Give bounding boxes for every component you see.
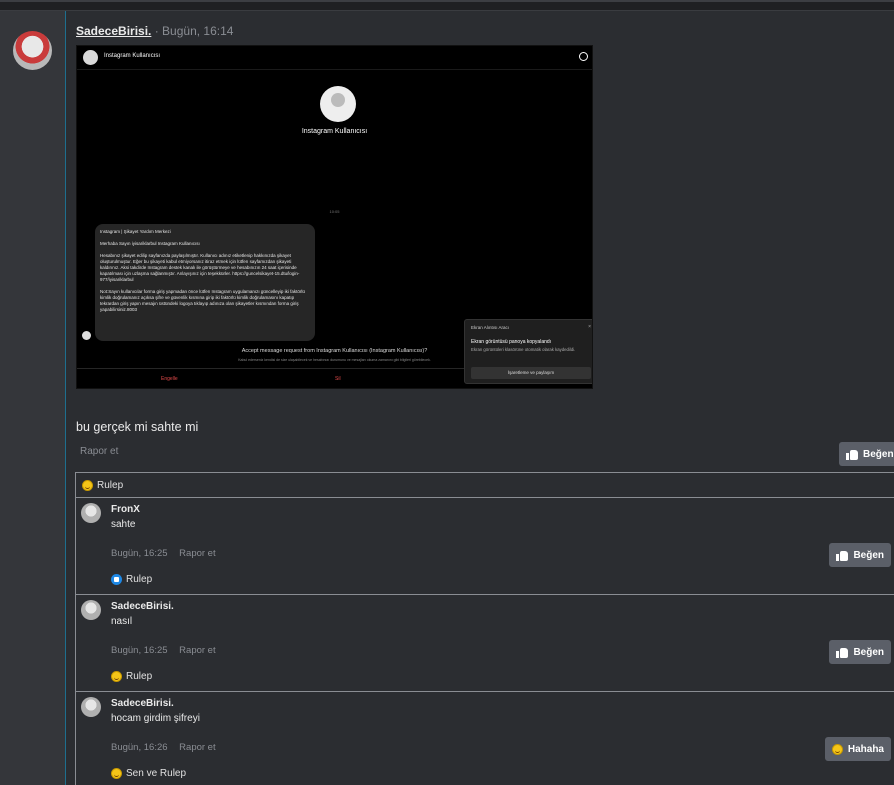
comment-meta: Bugün, 16:25 Rapor et bbox=[111, 548, 225, 559]
like-label: Beğen bbox=[853, 549, 884, 561]
post-header: SadeceBirisi. · Bugün, 16:14 bbox=[76, 24, 233, 38]
comment: FronX sahte Bugün, 16:25 Rapor et Beğen … bbox=[75, 498, 894, 595]
post-area: SadeceBirisi. · Bugün, 16:14 Instagram K… bbox=[66, 11, 894, 785]
like-label: Beğen bbox=[853, 646, 884, 658]
comment-author[interactable]: SadeceBirisi. bbox=[111, 601, 174, 612]
block-button: Engelle bbox=[161, 376, 178, 382]
comment-reactions[interactable]: Rulep bbox=[111, 671, 152, 682]
ig-header-avatar bbox=[83, 50, 98, 65]
reaction-names: Sen ve Rulep bbox=[126, 768, 187, 779]
like-button[interactable]: Beğen bbox=[829, 640, 891, 664]
comment-time[interactable]: Bugün, 16:25 bbox=[111, 645, 168, 656]
author-column bbox=[0, 11, 66, 785]
top-bar bbox=[0, 0, 894, 11]
report-link[interactable]: Rapor et bbox=[179, 742, 215, 753]
reaction-button-label: Hahaha bbox=[847, 743, 884, 755]
like-button[interactable]: Beğen bbox=[829, 543, 891, 567]
notif-title: Ekran Alıntısı Aracı bbox=[471, 325, 510, 330]
avatar[interactable] bbox=[13, 31, 52, 70]
comment-text: hocam girdim şifreyi bbox=[111, 713, 200, 724]
snipping-notification: Ekran Alıntısı Aracı × Ekran görüntüsü p… bbox=[464, 319, 592, 384]
post-text: bu gerçek mi sahte mi bbox=[76, 420, 199, 434]
reaction-names: Rulep bbox=[97, 479, 124, 491]
comment-meta: Bugün, 16:26 Rapor et bbox=[111, 742, 225, 753]
thumbs-up-icon bbox=[836, 549, 849, 561]
laugh-emoji-icon bbox=[831, 743, 843, 755]
comment-text: nasıl bbox=[111, 616, 133, 627]
like-label: Beğen bbox=[863, 448, 894, 460]
reaction-summary[interactable]: Rulep bbox=[75, 472, 894, 498]
notif-button: İşaretleme ve paylaşım bbox=[471, 367, 591, 379]
thumbs-up-icon bbox=[836, 646, 849, 658]
message-line: Hesabınız şikayet edilip sayfanızda payl… bbox=[100, 253, 300, 282]
top-strip bbox=[0, 0, 894, 2]
reaction-names: Rulep bbox=[126, 671, 153, 682]
avatar[interactable] bbox=[81, 600, 101, 620]
message-line: Instagram | Şikayet Yardım Merkezi bbox=[100, 229, 171, 234]
comment: SadeceBirisi. nasıl Bugün, 16:25 Rapor e… bbox=[75, 595, 894, 692]
laugh-emoji-icon bbox=[111, 671, 122, 682]
laugh-emoji-icon bbox=[111, 768, 122, 779]
comment-author[interactable]: SadeceBirisi. bbox=[111, 698, 174, 709]
message-hour: 10:05 bbox=[329, 209, 340, 214]
avatar[interactable] bbox=[81, 503, 101, 523]
message-line: Merhaba Sayın iyisariklarbul Instagram K… bbox=[100, 241, 200, 246]
comment-time[interactable]: Bugün, 16:25 bbox=[111, 548, 168, 559]
message-bubble: Instagram | Şikayet Yardım Merkezi Merha… bbox=[95, 224, 315, 341]
info-icon bbox=[579, 52, 588, 61]
comment-time[interactable]: Bugün, 16:26 bbox=[111, 742, 168, 753]
avatar[interactable] bbox=[81, 697, 101, 717]
haha-button[interactable]: Hahaha bbox=[824, 737, 891, 761]
attached-screenshot[interactable]: Instagram Kullanıcısı Instagram Kullanıc… bbox=[76, 45, 593, 389]
like-emoji-icon bbox=[111, 574, 122, 585]
comment-reactions[interactable]: Rulep bbox=[111, 574, 152, 585]
report-link[interactable]: Rapor et bbox=[179, 645, 215, 656]
report-link[interactable]: Rapor et bbox=[80, 446, 118, 457]
reaction-names: Rulep bbox=[126, 574, 153, 585]
report-link[interactable]: Rapor et bbox=[179, 548, 215, 559]
comment: SadeceBirisi. hocam girdim şifreyi Bugün… bbox=[75, 692, 894, 785]
post-time[interactable]: · Bugün, 16:14 bbox=[155, 24, 234, 38]
comment-reactions[interactable]: Sen ve Rulep bbox=[111, 768, 186, 779]
ig-header-name: Instagram Kullanıcısı bbox=[104, 53, 161, 59]
comment-meta: Bugün, 16:25 Rapor et bbox=[111, 645, 225, 656]
post-author[interactable]: SadeceBirisi. bbox=[76, 24, 151, 38]
notif-heading: Ekran görüntüsü panoya kopyalandı bbox=[471, 339, 552, 345]
comment-author[interactable]: FronX bbox=[111, 504, 140, 515]
like-button[interactable]: Beğen bbox=[839, 442, 894, 466]
profile-avatar bbox=[320, 86, 356, 122]
close-icon: × bbox=[588, 324, 591, 330]
profile-name: Instagram Kullanıcısı bbox=[301, 128, 368, 135]
ig-header: Instagram Kullanıcısı bbox=[77, 46, 592, 70]
thumbs-up-icon bbox=[846, 448, 858, 460]
sender-mini-avatar bbox=[82, 331, 91, 340]
delete-button: Sil bbox=[335, 376, 341, 382]
comment-text: sahte bbox=[111, 519, 136, 530]
notif-body: Ekran görüntüleri klasörüne otomatik ola… bbox=[471, 347, 576, 352]
laugh-emoji-icon bbox=[82, 479, 93, 491]
message-line: Not:Sayın kullanıcılar forma giriş yapma… bbox=[100, 289, 305, 312]
